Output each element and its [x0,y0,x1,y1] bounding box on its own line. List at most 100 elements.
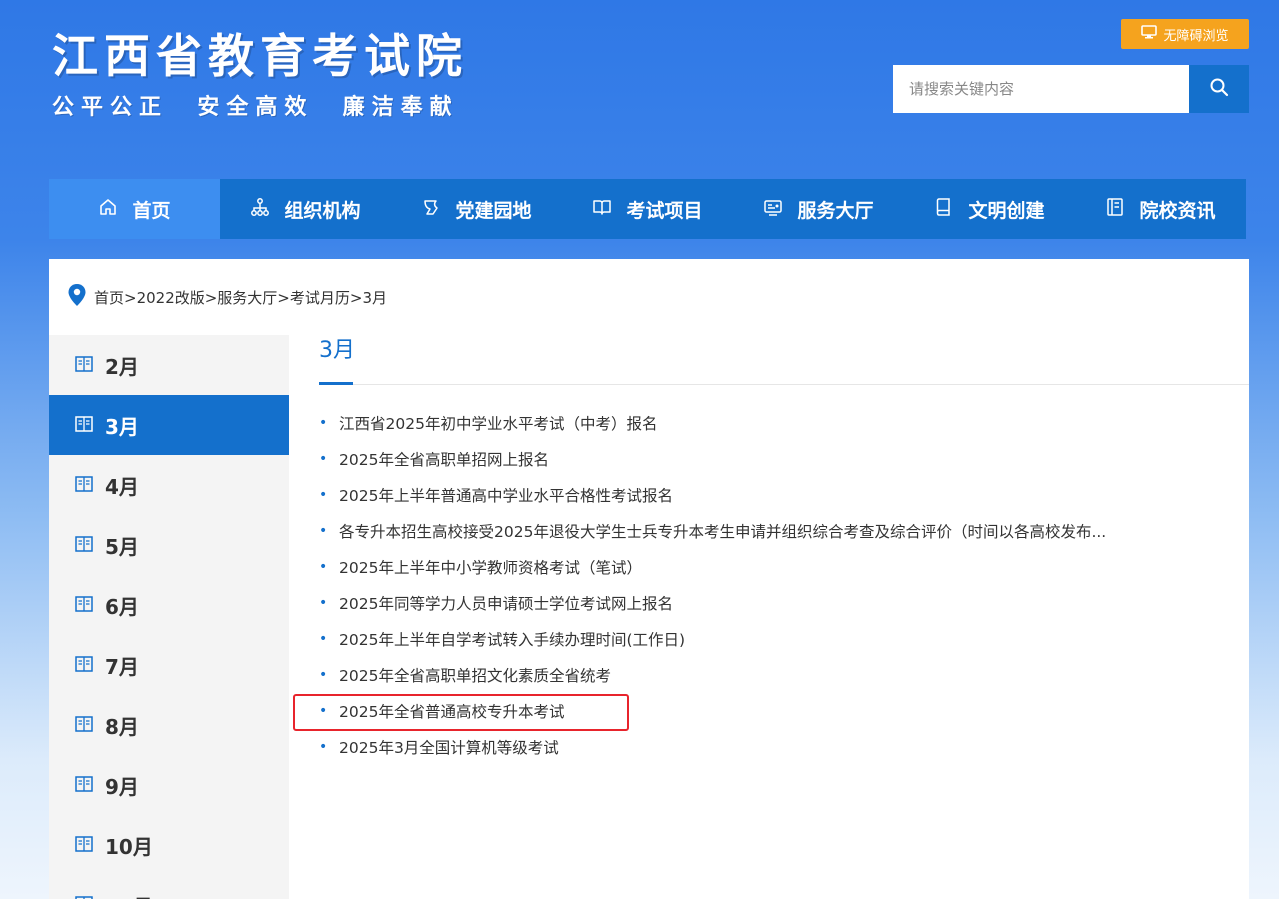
sidebar-item-label: 6月 [105,594,139,619]
nav-item-organization[interactable]: 组织机构 [220,179,391,239]
site-header: 江西省教育考试院 公平公正 安全高效 廉洁奉献 无障碍浏览 [0,0,1279,180]
search-button[interactable] [1189,65,1249,113]
nav-label: 院校资讯 [1139,199,1216,222]
sidebar-item-sep[interactable]: 9月 [49,755,289,815]
nav-item-service-hall[interactable]: 服务大厅 [733,179,904,239]
list-item[interactable]: • 2025年全省高职单招网上报名 [319,441,1219,477]
sidebar-item-label: 3月 [105,414,139,439]
sidebar-item-mar[interactable]: 3月 [49,395,289,455]
list-item-link[interactable]: 2025年全省普通高校专升本考试 [339,700,564,722]
nav-item-civilization[interactable]: 文明创建 [904,179,1075,239]
page-title: 3月 [319,338,355,363]
list-item-link[interactable]: 2025年上半年普通高中学业水平合格性考试报名 [339,484,673,506]
search-box [893,65,1249,113]
search-icon [1209,77,1229,101]
calendar-book-icon [75,473,93,497]
exam-list: • 江西省2025年初中学业水平考试（中考）报名 • 2025年全省高职单招网上报名… [319,405,1219,765]
party-icon [421,197,441,222]
sidebar-item-aug[interactable]: 8月 [49,695,289,755]
calendar-book-icon [75,833,93,857]
nav-label: 首页 [132,199,171,222]
nav-item-school-news[interactable]: 院校资讯 [1075,179,1246,239]
list-item[interactable]: • 2025年上半年普通高中学业水平合格性考试报名 [319,477,1219,513]
calendar-book-icon [75,413,93,437]
calendar-book-icon [75,713,93,737]
list-item-link[interactable]: 各专升本招生高校接受2025年退役大学生士兵专升本考生申请并组织综合考查及综合评… [339,520,1106,542]
sidebar-item-label: 4月 [105,474,139,499]
nav-item-home[interactable]: 首页 [49,179,220,239]
list-item-link[interactable]: 2025年上半年中小学教师资格考试（笔试） [339,556,642,578]
nav-label: 党建园地 [455,199,532,222]
sidebar-item-label: 8月 [105,714,139,739]
calendar-book-icon [75,653,93,677]
list-item[interactable]: • 2025年上半年中小学教师资格考试（笔试） [319,549,1219,585]
bullet-icon: • [319,739,328,755]
nav-label: 组织机构 [284,199,361,222]
calendar-book-icon [75,533,93,557]
list-item-link[interactable]: 2025年上半年自学考试转入手续办理时间(工作日) [339,628,685,650]
main-nav: 首页 组织机构 党建园地 考试项目 服务大厅 文明创建 院校资讯 [49,179,1246,239]
content-panel: 首页>2022改版>服务大厅>考试月历>3月 2月 3月 4月 5月 6月 7月 [49,259,1249,899]
search-input[interactable] [893,65,1189,113]
breadcrumb: 首页>2022改版>服务大厅>考试月历>3月 [67,283,387,311]
sidebar-item-label: 7月 [105,654,139,679]
nav-item-party[interactable]: 党建园地 [391,179,562,239]
calendar-book-icon [75,893,93,899]
bullet-icon: • [319,487,328,503]
nav-label: 文明创建 [968,199,1045,222]
org-chart-icon [250,197,270,222]
sidebar-item-jul[interactable]: 7月 [49,635,289,695]
list-item-link[interactable]: 2025年全省高职单招网上报名 [339,448,549,470]
sidebar-item-label: 11月 [105,891,153,899]
calendar-book-icon [75,773,93,797]
sidebar-item-label: 2月 [105,354,139,379]
list-item[interactable]: • 2025年全省高职单招文化素质全省统考 [319,657,1219,693]
nav-label: 考试项目 [626,199,703,222]
bullet-icon: • [319,703,328,719]
site-slogan: 公平公正 安全高效 廉洁奉献 [52,95,459,120]
site-logo-title[interactable]: 江西省教育考试院 [52,28,468,84]
bullet-icon: • [319,451,328,467]
bullet-icon: • [319,595,328,611]
bullet-icon: • [319,523,328,539]
sidebar-item-feb[interactable]: 2月 [49,335,289,395]
list-item[interactable]: • 江西省2025年初中学业水平考试（中考）报名 [319,405,1219,441]
sidebar-item-apr[interactable]: 4月 [49,455,289,515]
service-hall-icon [763,197,783,222]
notebook-icon [934,197,954,222]
list-item[interactable]: • 2025年3月全国计算机等级考试 [319,729,1219,765]
sidebar-item-label: 5月 [105,534,139,559]
month-sidebar: 2月 3月 4月 5月 6月 7月 8月 9月 10月 [49,335,289,899]
sidebar-item-jun[interactable]: 6月 [49,575,289,635]
calendar-book-icon [75,353,93,377]
location-pin-icon [67,283,94,311]
list-item-link[interactable]: 2025年同等学力人员申请硕士学位考试网上报名 [339,592,673,614]
list-item-link[interactable]: 江西省2025年初中学业水平考试（中考）报名 [339,412,657,434]
news-icon [1105,197,1125,222]
list-item[interactable]: • 各专升本招生高校接受2025年退役大学生士兵专升本考生申请并组织综合考查及综合… [319,513,1219,549]
accessibility-button[interactable]: 无障碍浏览 [1121,19,1249,49]
list-item[interactable]: • 2025年同等学力人员申请硕士学位考试网上报名 [319,585,1219,621]
sidebar-item-nov[interactable]: 11月 [49,875,289,899]
sidebar-item-label: 10月 [105,834,153,859]
book-open-icon [592,197,612,222]
calendar-book-icon [75,593,93,617]
list-item[interactable]: • 2025年上半年自学考试转入手续办理时间(工作日) [319,621,1219,657]
monitor-icon [1141,25,1158,43]
bullet-icon: • [319,667,328,683]
title-divider [319,384,1249,385]
nav-label: 服务大厅 [797,199,874,222]
nav-item-exams[interactable]: 考试项目 [562,179,733,239]
home-icon [98,197,118,222]
list-item-link[interactable]: 2025年3月全国计算机等级考试 [339,736,559,758]
breadcrumb-text[interactable]: 首页>2022改版>服务大厅>考试月历>3月 [94,287,387,308]
accessibility-label: 无障碍浏览 [1163,28,1229,44]
title-underline [319,382,353,385]
list-item-link[interactable]: 2025年全省高职单招文化素质全省统考 [339,664,611,686]
list-item-highlighted[interactable]: • 2025年全省普通高校专升本考试 [319,693,1219,729]
sidebar-item-oct[interactable]: 10月 [49,815,289,875]
sidebar-item-may[interactable]: 5月 [49,515,289,575]
bullet-icon: • [319,415,328,431]
sidebar-item-label: 9月 [105,774,139,799]
bullet-icon: • [319,631,328,647]
